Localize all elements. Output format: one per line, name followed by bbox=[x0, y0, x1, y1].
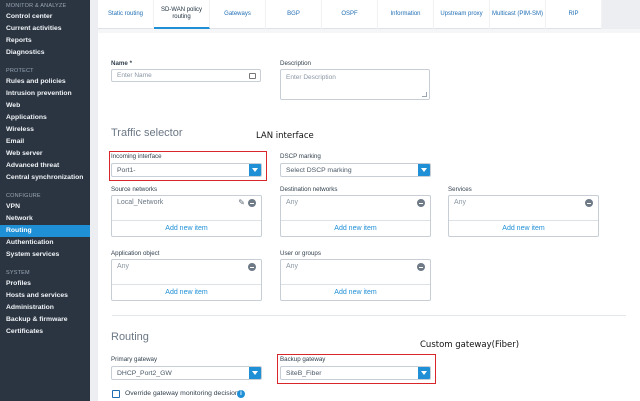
sidebar-section-configure: CONFIGURE bbox=[6, 193, 41, 199]
sidebar-item-backup-firmware[interactable]: Backup & firmware bbox=[0, 314, 90, 326]
tab-upstream-proxy[interactable]: Upstream proxy bbox=[434, 0, 490, 29]
application-object-label: Application object bbox=[111, 250, 160, 257]
sidebar-item-advanced-threat[interactable]: Advanced threat bbox=[0, 160, 90, 172]
sidebar-item-rules-policies[interactable]: Rules and policies bbox=[0, 76, 90, 88]
dscp-select[interactable]: Select DSCP marking bbox=[280, 163, 431, 177]
services-label: Services bbox=[448, 186, 472, 193]
source-networks-label: Source networks bbox=[111, 186, 158, 193]
add-user-group-button[interactable]: Add new item bbox=[281, 284, 430, 300]
main-content: Static routing SD-WAN policy routing Gat… bbox=[90, 0, 640, 401]
highlight-incoming-interface bbox=[109, 151, 267, 181]
tab-information[interactable]: Information bbox=[378, 0, 434, 29]
info-icon[interactable]: i bbox=[237, 390, 245, 398]
sidebar-item-routing[interactable]: Routing bbox=[0, 225, 90, 237]
sidebar-item-profiles[interactable]: Profiles bbox=[0, 278, 90, 290]
resize-handle-icon[interactable] bbox=[422, 92, 427, 97]
destination-networks-label: Destination networks bbox=[280, 186, 338, 193]
tab-rip[interactable]: RIP bbox=[546, 0, 602, 29]
dscp-label: DSCP marking bbox=[280, 153, 321, 160]
sidebar-item-network[interactable]: Network bbox=[0, 213, 90, 225]
remove-icon[interactable] bbox=[417, 263, 425, 271]
sidebar-item-certificates[interactable]: Certificates bbox=[0, 326, 90, 338]
sidebar-section-protect: PROTECT bbox=[6, 68, 34, 74]
sidebar-item-administration[interactable]: Administration bbox=[0, 302, 90, 314]
sidebar-item-authentication[interactable]: Authentication bbox=[0, 237, 90, 249]
user-groups-label: User or groups bbox=[280, 250, 321, 257]
app-window: MONITOR & ANALYZE Control center Current… bbox=[0, 0, 640, 401]
sidebar-item-central-sync[interactable]: Central synchronization bbox=[0, 172, 90, 184]
sidebar-item-system-services[interactable]: System services bbox=[0, 249, 90, 261]
application-object-list: Any Add new item bbox=[111, 259, 262, 301]
add-service-button[interactable]: Add new item bbox=[449, 220, 598, 236]
user-groups-list: Any Add new item bbox=[280, 259, 431, 301]
services-list: Any Add new item bbox=[448, 195, 599, 237]
remove-icon[interactable] bbox=[585, 199, 593, 207]
traffic-selector-title: Traffic selector bbox=[111, 127, 183, 139]
remove-icon[interactable] bbox=[248, 263, 256, 271]
services-entry: Any bbox=[454, 199, 467, 206]
custom-gateway-annotation: Custom gateway(Fiber) bbox=[420, 340, 520, 350]
sidebar-item-hosts-services[interactable]: Hosts and services bbox=[0, 290, 90, 302]
primary-gateway-select[interactable]: DHCP_Port2_GW bbox=[111, 366, 262, 380]
keyboard-icon bbox=[249, 73, 256, 79]
tab-bar: Static routing SD-WAN policy routing Gat… bbox=[98, 0, 602, 29]
name-label: Name * bbox=[111, 60, 132, 67]
sidebar-item-applications[interactable]: Applications bbox=[0, 112, 90, 124]
name-placeholder: Enter Name bbox=[117, 72, 152, 79]
sidebar-item-web[interactable]: Web bbox=[0, 100, 90, 112]
routing-title: Routing bbox=[111, 331, 149, 343]
destination-networks-list: Any Add new item bbox=[280, 195, 431, 237]
source-network-entry: Local_Network bbox=[117, 199, 164, 206]
override-label: Override gateway monitoring decision bbox=[125, 390, 239, 397]
tab-gateways[interactable]: Gateways bbox=[210, 0, 266, 29]
section-divider bbox=[112, 315, 626, 316]
description-placeholder: Enter Description bbox=[286, 74, 336, 81]
sidebar-item-web-server[interactable]: Web server bbox=[0, 148, 90, 160]
tab-bgp[interactable]: BGP bbox=[266, 0, 322, 29]
sidebar-item-email[interactable]: Email bbox=[0, 136, 90, 148]
tab-sdwan-policy-routing[interactable]: SD-WAN policy routing bbox=[154, 0, 210, 29]
primary-gateway-value: DHCP_Port2_GW bbox=[117, 370, 172, 377]
remove-icon[interactable] bbox=[417, 199, 425, 207]
override-checkbox[interactable] bbox=[112, 390, 120, 398]
sidebar: MONITOR & ANALYZE Control center Current… bbox=[0, 0, 90, 401]
source-networks-list: Local_Network ✎ Add new item bbox=[111, 195, 262, 237]
primary-gateway-label: Primary gateway bbox=[111, 356, 158, 363]
description-label: Description bbox=[280, 60, 311, 67]
sidebar-item-control-center[interactable]: Control center bbox=[0, 11, 90, 23]
chevron-down-icon[interactable] bbox=[249, 367, 261, 379]
destination-network-entry: Any bbox=[286, 199, 299, 206]
description-textarea[interactable]: Enter Description bbox=[280, 69, 430, 100]
tab-static-routing[interactable]: Static routing bbox=[98, 0, 154, 29]
sidebar-item-intrusion-prevention[interactable]: Intrusion prevention bbox=[0, 88, 90, 100]
add-destination-network-button[interactable]: Add new item bbox=[281, 220, 430, 236]
highlight-backup-gateway bbox=[277, 354, 436, 384]
sidebar-item-reports[interactable]: Reports bbox=[0, 35, 90, 47]
form-panel: Name * Enter Name Description Enter Desc… bbox=[98, 29, 640, 401]
chevron-down-icon[interactable] bbox=[418, 164, 430, 176]
remove-icon[interactable] bbox=[248, 199, 256, 207]
add-application-object-button[interactable]: Add new item bbox=[112, 284, 261, 300]
sidebar-item-wireless[interactable]: Wireless bbox=[0, 124, 90, 136]
user-groups-entry: Any bbox=[286, 263, 299, 270]
sidebar-item-vpn[interactable]: VPN bbox=[0, 201, 90, 213]
sidebar-item-current-activities[interactable]: Current activities bbox=[0, 23, 90, 35]
application-object-entry: Any bbox=[117, 263, 130, 270]
sidebar-section-system: SYSTEM bbox=[6, 270, 30, 276]
dscp-value: Select DSCP marking bbox=[286, 167, 352, 174]
pencil-icon[interactable]: ✎ bbox=[238, 198, 245, 207]
lan-interface-annotation: LAN interface bbox=[256, 131, 314, 141]
sidebar-section-monitor: MONITOR & ANALYZE bbox=[6, 3, 67, 9]
tab-multicast[interactable]: Multicast (PIM-SM) bbox=[490, 0, 546, 29]
sidebar-item-diagnostics[interactable]: Diagnostics bbox=[0, 47, 90, 59]
add-source-network-button[interactable]: Add new item bbox=[112, 220, 261, 236]
name-input[interactable]: Enter Name bbox=[111, 69, 261, 82]
tab-ospf[interactable]: OSPF bbox=[322, 0, 378, 29]
